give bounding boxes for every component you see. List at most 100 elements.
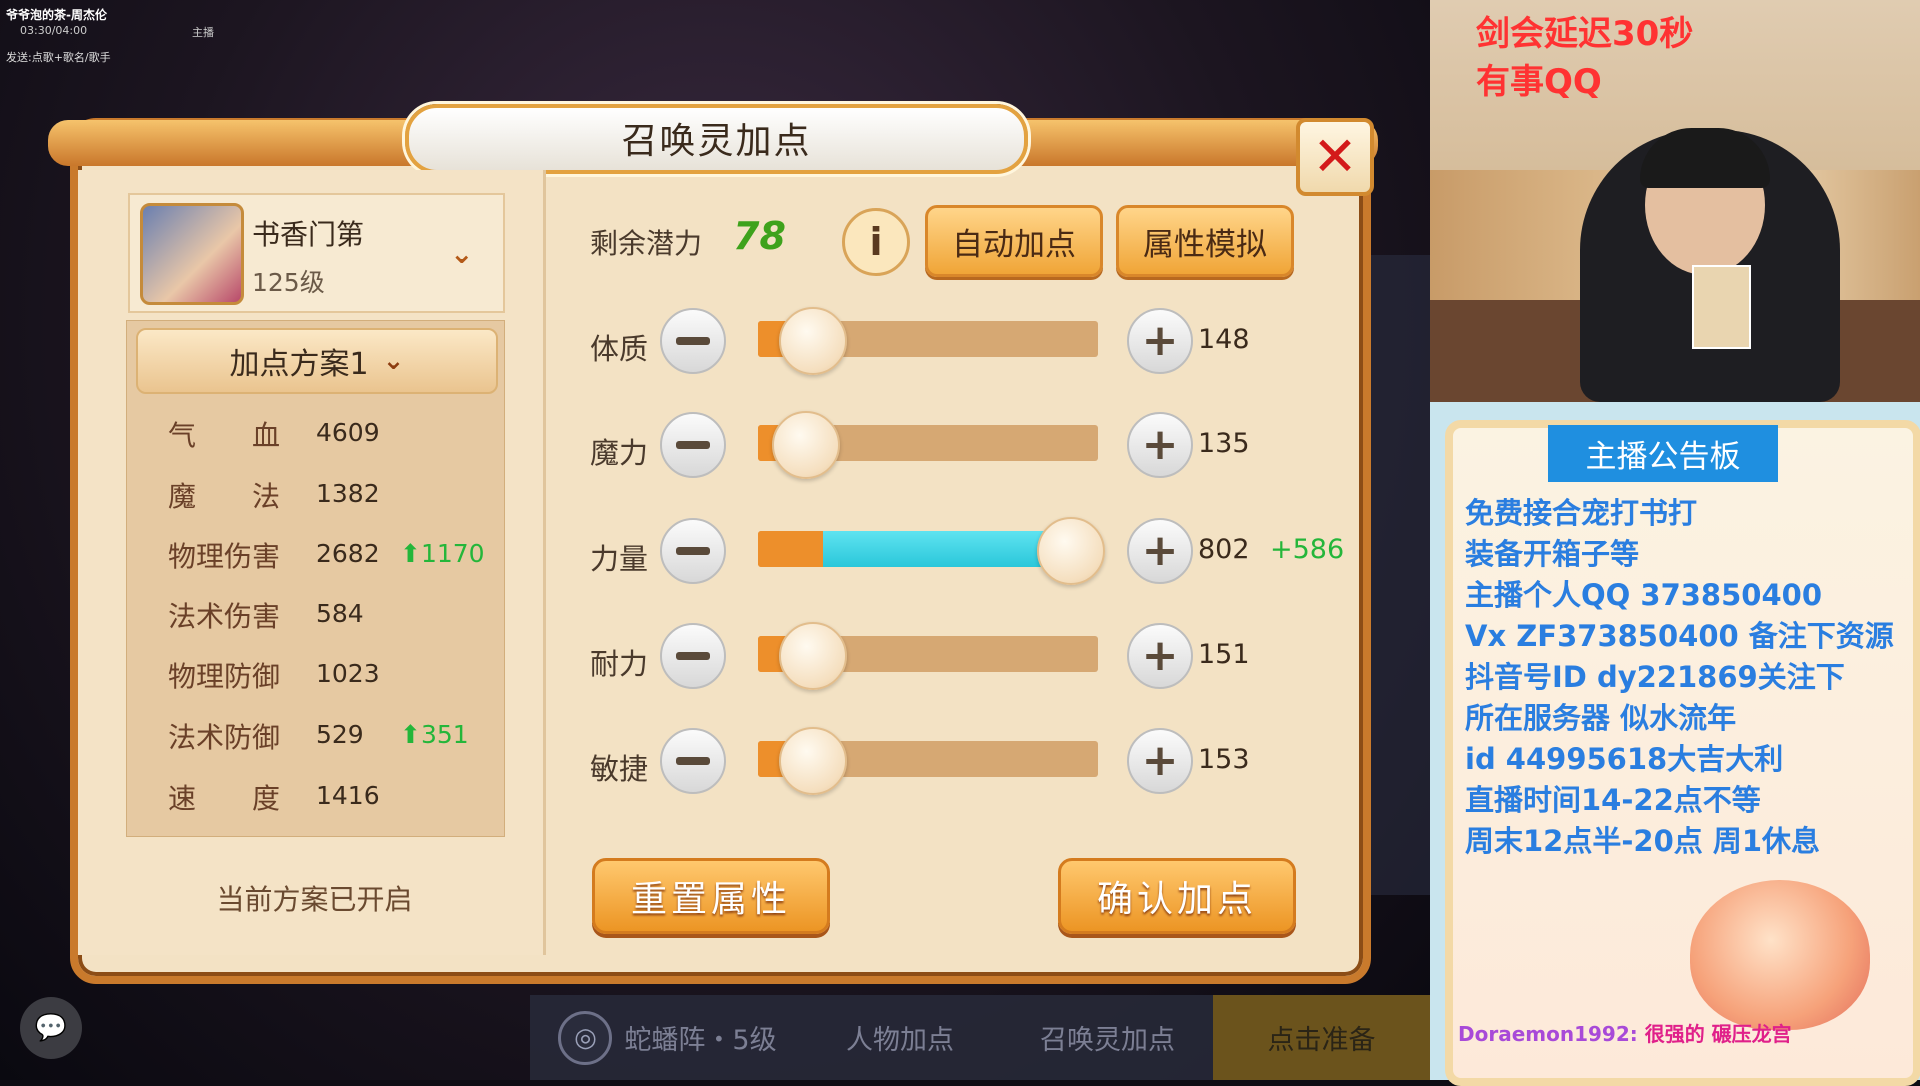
stat-value-phys-dmg: 2682 <box>316 539 380 568</box>
slider-knob[interactable] <box>779 307 847 375</box>
slider-knob[interactable] <box>1037 517 1106 585</box>
increase-button[interactable]: + <box>1127 728 1193 794</box>
pet-level: 125级 <box>252 268 325 297</box>
slider-knob[interactable] <box>779 727 847 795</box>
danmu-user: Doraemon1992: <box>1458 1022 1638 1046</box>
board-line: Vx ZF373850400 备注下资源 <box>1465 619 1894 653</box>
formation-tab[interactable]: ◎ 蛇蟠阵・5级 <box>540 995 795 1080</box>
minus-icon <box>676 337 710 345</box>
song-request-hint: 发送:点歌+歌名/歌手 <box>6 51 111 64</box>
chevron-down-icon[interactable]: ⌄ <box>450 237 473 270</box>
arrow-up-icon: ⬆ <box>400 720 421 749</box>
stat-bonus-magic-def: ⬆351 <box>400 720 469 749</box>
attr-label: 体质 <box>590 332 649 366</box>
auto-add-button[interactable]: 自动加点 <box>925 205 1103 277</box>
board-title: 主播公告板 <box>1548 425 1778 482</box>
board-line: 周末12点半-20点 周1休息 <box>1465 824 1821 858</box>
reset-button[interactable]: 重置属性 <box>592 858 830 934</box>
pet-avatar <box>140 203 244 305</box>
attr-label: 敏捷 <box>590 752 649 786</box>
arrow-up-icon: ⬆ <box>400 539 421 568</box>
decrease-button[interactable] <box>660 518 726 584</box>
board-line: 主播个人QQ 373850400 <box>1465 578 1823 612</box>
danmu-message: Doraemon1992: 很强的 碾压龙宫 <box>1458 1018 1792 1047</box>
slider-added <box>822 531 1068 567</box>
chevron-down-icon: ⌄ <box>382 346 405 376</box>
danmu-text: 很强的 碾压龙宫 <box>1644 1022 1792 1046</box>
close-icon: ✕ <box>1312 125 1358 188</box>
chat-button[interactable]: 💬 <box>20 997 82 1059</box>
plus-icon: + <box>1141 735 1179 786</box>
plus-icon: + <box>1141 315 1179 366</box>
potential-value: 78 <box>733 214 786 258</box>
attr-label: 魔力 <box>590 436 649 470</box>
stat-label-mp: 魔 法 <box>168 480 281 513</box>
close-button[interactable]: ✕ <box>1296 118 1374 196</box>
pet-name: 书香门第 <box>252 218 365 251</box>
decrease-button[interactable] <box>660 308 726 374</box>
stat-label-magic-dmg: 法术伤害 <box>168 600 281 633</box>
stat-bonus-phys-dmg-value: 1170 <box>420 539 485 568</box>
stat-value-speed: 1416 <box>316 781 380 810</box>
increase-button[interactable]: + <box>1127 412 1193 478</box>
decrease-button[interactable] <box>660 728 726 794</box>
plan-status: 当前方案已开启 <box>216 883 413 916</box>
info-icon: i <box>869 220 883 264</box>
slider-knob[interactable] <box>779 622 847 690</box>
stat-bonus-phys-dmg: ⬆1170 <box>400 539 485 568</box>
stat-label-phys-def: 物理防御 <box>168 660 281 693</box>
board-line: 抖音号ID dy221869关注下 <box>1465 660 1845 694</box>
delay-notice-line1: 剑会延迟30秒 <box>1476 14 1694 54</box>
attr-value: 135 <box>1198 428 1250 459</box>
confirm-button[interactable]: 确认加点 <box>1058 858 1296 934</box>
chat-icon: 💬 <box>34 1013 68 1043</box>
decrease-button[interactable] <box>660 412 726 478</box>
minus-icon <box>676 441 710 449</box>
stats-box <box>126 320 505 837</box>
stat-label-magic-def: 法术防御 <box>168 721 281 754</box>
now-playing-song: 爷爷泡的茶-周杰伦 <box>6 8 107 22</box>
attr-value: 153 <box>1198 744 1250 775</box>
minus-icon <box>676 757 710 765</box>
simulate-button[interactable]: 属性模拟 <box>1116 205 1294 277</box>
attr-label: 力量 <box>590 542 649 576</box>
board-line: id 44995618大吉大利 <box>1465 742 1784 776</box>
attr-value: 151 <box>1198 639 1250 670</box>
drink-cup <box>1692 265 1751 349</box>
stat-value-phys-def: 1023 <box>316 659 380 688</box>
potential-label: 剩余潜力 <box>590 227 703 260</box>
plus-icon: + <box>1141 419 1179 470</box>
board-line: 直播时间14-22点不等 <box>1465 783 1761 817</box>
delay-notice-line2: 有事QQ <box>1476 62 1602 102</box>
dialog-title: 召唤灵加点 <box>621 121 812 162</box>
attr-label: 耐力 <box>590 647 649 681</box>
minus-icon <box>676 652 710 660</box>
plus-icon: + <box>1141 525 1179 576</box>
formation-icon: ◎ <box>558 1010 613 1065</box>
formation-label: 蛇蟠阵・5级 <box>624 1025 777 1056</box>
tab-char-points[interactable]: 人物加点 <box>800 995 1000 1080</box>
plan-label: 加点方案1 <box>229 347 369 382</box>
stat-label-hp: 气 血 <box>168 419 281 452</box>
stat-bonus-magic-def-value: 351 <box>420 720 469 749</box>
stat-value-hp: 4609 <box>316 418 380 447</box>
attr-value: 802 <box>1198 534 1250 565</box>
increase-button[interactable]: + <box>1127 623 1193 689</box>
song-progress-time: 03:30/04:00 <box>20 24 88 37</box>
ready-button[interactable]: 点击准备 <box>1213 995 1430 1080</box>
plus-icon: + <box>1141 630 1179 681</box>
decrease-button[interactable] <box>660 623 726 689</box>
minus-icon <box>676 547 710 555</box>
stat-value-magic-dmg: 584 <box>316 599 364 628</box>
info-button[interactable]: i <box>842 208 910 276</box>
increase-button[interactable]: + <box>1127 518 1193 584</box>
attr-bonus: +586 <box>1270 534 1345 565</box>
stat-value-magic-def: 529 <box>316 720 364 749</box>
attr-value: 148 <box>1198 324 1250 355</box>
increase-button[interactable]: + <box>1127 308 1193 374</box>
tab-pet-points[interactable]: 召唤灵加点 <box>1005 995 1210 1080</box>
plan-select[interactable]: 加点方案1 ⌄ <box>136 328 498 394</box>
slider-knob[interactable] <box>772 411 841 479</box>
board-line: 装备开箱子等 <box>1465 537 1640 571</box>
stat-value-mp: 1382 <box>316 479 380 508</box>
